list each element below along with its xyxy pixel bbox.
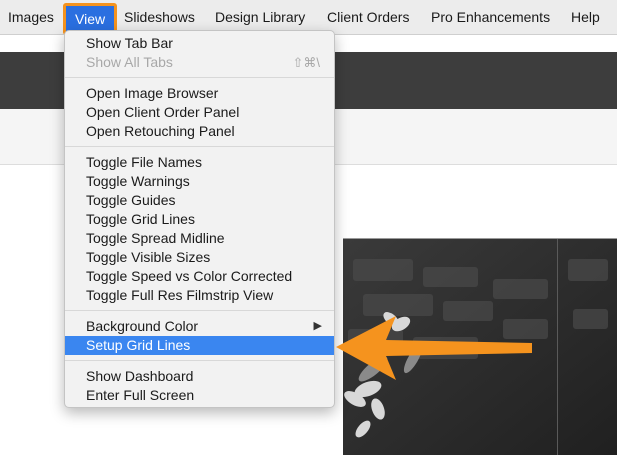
menu-separator — [65, 146, 334, 147]
menu-item-toggle-warnings[interactable]: Toggle Warnings — [65, 172, 334, 191]
menu-separator — [65, 360, 334, 361]
chevron-right-icon: ▶ — [313, 320, 322, 332]
menu-item-background-color-label: Background Color — [86, 318, 199, 334]
menu-item-toggle-spread-midline[interactable]: Toggle Spread Midline — [65, 229, 334, 248]
menu-images[interactable]: Images — [8, 9, 54, 25]
menu-item-show-tab-bar[interactable]: Show Tab Bar — [65, 34, 334, 53]
menu-item-background-color[interactable]: Background Color ▶ — [65, 317, 334, 336]
menu-item-toggle-full-res-filmstrip[interactable]: Toggle Full Res Filmstrip View — [65, 286, 334, 305]
menu-item-show-dashboard[interactable]: Show Dashboard — [65, 367, 334, 386]
menu-item-enter-full-screen[interactable]: Enter Full Screen — [65, 386, 334, 405]
menu-item-toggle-speed-vs-color[interactable]: Toggle Speed vs Color Corrected — [65, 267, 334, 286]
menu-separator — [65, 77, 334, 78]
menu-item-open-client-order-panel[interactable]: Open Client Order Panel — [65, 103, 334, 122]
menu-design-library[interactable]: Design Library — [215, 9, 305, 25]
spread-midline — [557, 239, 558, 455]
menu-item-toggle-grid-lines[interactable]: Toggle Grid Lines — [65, 210, 334, 229]
menu-client-orders[interactable]: Client Orders — [327, 9, 409, 25]
view-dropdown-menu: Show Tab Bar Show All Tabs ⇧⌘\ Open Imag… — [64, 30, 335, 408]
menu-item-toggle-file-names[interactable]: Toggle File Names — [65, 153, 334, 172]
menu-help[interactable]: Help — [571, 9, 600, 25]
menu-item-setup-grid-lines[interactable]: Setup Grid Lines — [65, 336, 334, 355]
menu-slideshows[interactable]: Slideshows — [124, 9, 195, 25]
menu-separator — [65, 310, 334, 311]
menu-item-toggle-guides[interactable]: Toggle Guides — [65, 191, 334, 210]
menu-pro-enhancements[interactable]: Pro Enhancements — [431, 9, 550, 25]
menu-item-toggle-visible-sizes[interactable]: Toggle Visible Sizes — [65, 248, 334, 267]
menu-item-show-all-tabs: Show All Tabs ⇧⌘\ — [65, 53, 334, 72]
menu-item-open-retouching-panel[interactable]: Open Retouching Panel — [65, 122, 334, 141]
arrow-left-icon — [336, 316, 532, 380]
menu-item-show-all-tabs-label: Show All Tabs — [86, 54, 173, 70]
shortcut-show-all-tabs: ⇧⌘\ — [292, 55, 320, 70]
menu-item-open-image-browser[interactable]: Open Image Browser — [65, 84, 334, 103]
